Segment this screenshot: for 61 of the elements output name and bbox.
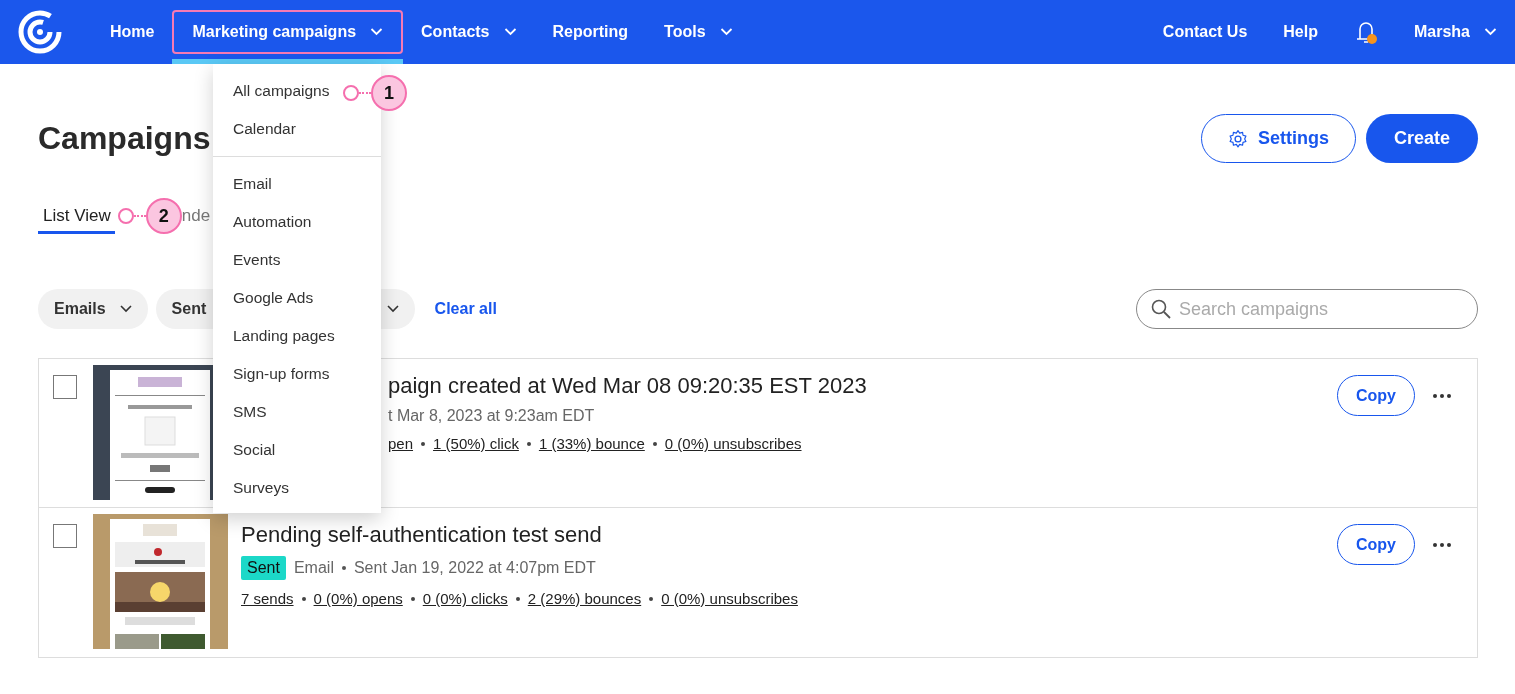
separator-dot bbox=[652, 441, 657, 446]
nav-tab[interactable]: Contacts bbox=[403, 10, 535, 54]
stat-link[interactable]: 0 (0%) unsubscribes bbox=[661, 590, 798, 607]
separator-dot bbox=[410, 596, 415, 601]
stat-link[interactable]: 0 (0%) clicks bbox=[422, 590, 508, 607]
menu-item[interactable]: Landing pages bbox=[233, 327, 335, 345]
row-checkbox[interactable] bbox=[53, 524, 77, 548]
copy-button[interactable]: Copy bbox=[1337, 524, 1415, 565]
menu-item[interactable]: Surveys bbox=[233, 479, 289, 497]
more-icon[interactable] bbox=[1433, 393, 1451, 398]
copy-button[interactable]: Copy bbox=[1337, 375, 1415, 416]
chevron-icon bbox=[386, 305, 399, 313]
chevron-icon bbox=[119, 305, 132, 313]
separator-dot bbox=[341, 566, 346, 570]
campaign-meta: Sent Jan 19, 2022 at 4:07pm EDT bbox=[353, 559, 596, 577]
status-badge: Sent bbox=[241, 556, 286, 580]
stat-link[interactable]: 0 (0%) opens bbox=[313, 590, 403, 607]
separator-dot bbox=[526, 441, 531, 446]
campaign-meta: Email bbox=[293, 559, 334, 577]
menu-item[interactable]: Social bbox=[233, 441, 276, 459]
stat-link[interactable]: pen bbox=[388, 435, 414, 452]
view-tab[interactable]: nde bbox=[181, 198, 211, 234]
view-tab[interactable]: List View bbox=[38, 198, 115, 234]
logo-icon[interactable] bbox=[18, 10, 62, 54]
row-checkbox[interactable] bbox=[53, 375, 77, 399]
separator-dot bbox=[301, 596, 306, 601]
settings-icon bbox=[1227, 128, 1248, 149]
more-icon[interactable] bbox=[1433, 542, 1451, 547]
separator-dot bbox=[649, 596, 654, 601]
menu-item[interactable]: Sign-up forms bbox=[233, 365, 330, 383]
page-title: Campaigns bbox=[38, 120, 211, 157]
stat-link[interactable]: 7 sends bbox=[241, 590, 294, 607]
create-button[interactable]: Create bbox=[1365, 114, 1478, 163]
menu-item[interactable]: Automation bbox=[233, 213, 312, 231]
menu-item[interactable]: Email bbox=[233, 175, 272, 193]
nav-tab[interactable]: Tools bbox=[646, 10, 751, 54]
menu-item[interactable]: Calendar bbox=[233, 120, 296, 138]
clear-all-link[interactable]: Clear all bbox=[434, 300, 497, 318]
nav-tab[interactable]: Home bbox=[92, 10, 173, 54]
search-field[interactable]: Search campaigns bbox=[1136, 289, 1478, 329]
chevron-icon bbox=[1484, 28, 1497, 36]
filter-dropdown[interactable]: Emails bbox=[38, 289, 148, 329]
nav-tab[interactable]: Reporting bbox=[534, 10, 647, 54]
menu-item[interactable]: All campaigns bbox=[233, 82, 330, 100]
nav-link[interactable]: Help bbox=[1265, 10, 1336, 54]
campaign-title[interactable]: paign created at Wed Mar 08 09:20:35 EST 2023 bbox=[388, 373, 1337, 399]
menu-item[interactable]: Events bbox=[233, 251, 281, 269]
stat-link[interactable]: 1 (33%) bounce bbox=[538, 435, 645, 452]
menu-item[interactable]: Google Ads bbox=[233, 289, 314, 307]
separator-dot bbox=[515, 596, 520, 601]
nav-link[interactable]: Contact Us bbox=[1144, 10, 1266, 54]
menu-item[interactable]: SMS bbox=[233, 403, 267, 421]
stat-link[interactable]: 1 (50%) click bbox=[433, 435, 519, 452]
stat-link[interactable]: 2 (29%) bounces bbox=[527, 590, 642, 607]
user-menu[interactable]: Marsha bbox=[1395, 10, 1497, 54]
campaign-title[interactable]: Pending self-authentication test send bbox=[241, 522, 1337, 548]
separator-dot bbox=[421, 441, 426, 446]
search-icon bbox=[1151, 299, 1171, 319]
stat-link[interactable]: 0 (0%) unsubscribes bbox=[664, 435, 802, 452]
campaign-meta: t Mar 8, 2023 at 9:23am EDT bbox=[388, 407, 595, 425]
settings-button[interactable]: Settings bbox=[1200, 114, 1356, 163]
